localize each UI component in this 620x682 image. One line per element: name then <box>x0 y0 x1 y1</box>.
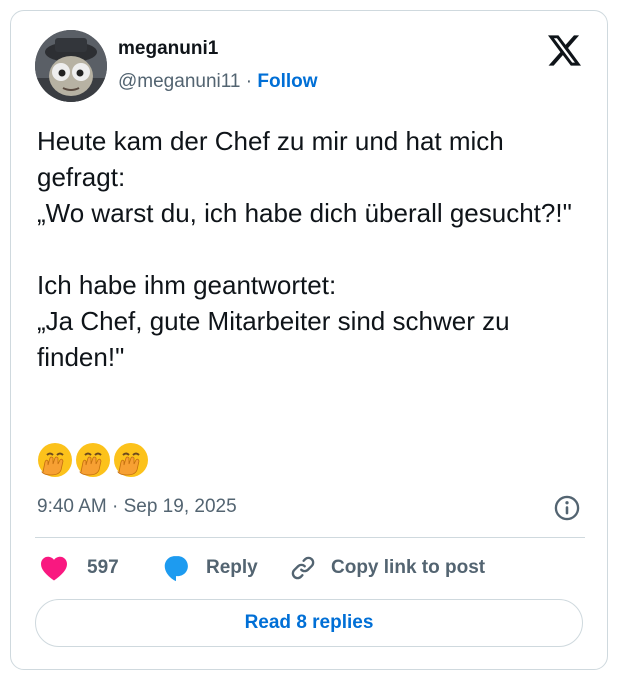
post-text: Heute kam der Chef zu mir und hat mich g… <box>37 126 572 372</box>
hand-over-mouth-emoji-icon <box>38 443 72 477</box>
author-handle-row: @meganuni11 · Follow <box>118 71 318 93</box>
reply-label: Reply <box>206 557 258 578</box>
post-timestamp[interactable]: 9:40 AM · Sep 19, 2025 <box>37 496 237 518</box>
heart-icon <box>41 556 67 581</box>
like-button[interactable]: 597 <box>39 553 119 583</box>
copy-link-label: Copy link to post <box>331 557 486 578</box>
read-replies-button[interactable]: Read 8 replies <box>35 599 583 647</box>
hand-over-mouth-emoji-icon <box>114 443 148 477</box>
emoji-row <box>37 442 149 478</box>
handle-separator: · <box>240 71 258 92</box>
author-handle[interactable]: @meganuni11 <box>118 71 240 92</box>
speech-bubble-icon <box>164 556 188 582</box>
reply-button[interactable]: Reply <box>161 553 258 583</box>
x-logo-icon[interactable] <box>548 35 581 66</box>
avatar-image <box>35 30 107 102</box>
divider <box>35 537 585 538</box>
avatar[interactable] <box>35 30 107 102</box>
info-icon[interactable] <box>553 494 581 522</box>
follow-link[interactable]: Follow <box>257 71 317 92</box>
hand-over-mouth-emoji-icon <box>76 443 110 477</box>
like-count: 597 <box>87 557 119 578</box>
link-icon <box>291 556 315 580</box>
embedded-post-card: meganuni1 @meganuni11 · Follow Heute kam… <box>10 10 608 670</box>
copy-link-button[interactable]: Copy link to post <box>289 553 485 583</box>
author-name[interactable]: meganuni1 <box>118 38 218 60</box>
